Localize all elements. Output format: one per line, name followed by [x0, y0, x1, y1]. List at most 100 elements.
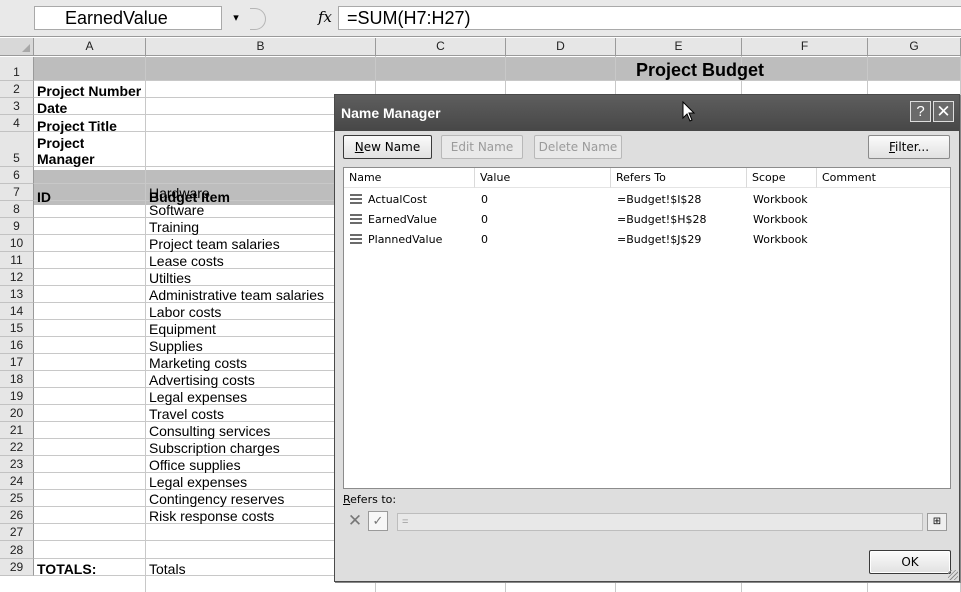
close-button[interactable]: ✕	[933, 101, 954, 122]
row-header-15[interactable]: 15	[0, 320, 34, 337]
edit-name-button[interactable]: Edit Name	[441, 135, 523, 159]
budget-item-cell[interactable]: Lease costs	[146, 253, 224, 269]
select-all-corner[interactable]	[0, 38, 34, 56]
dialog-title: Name Manager	[341, 105, 441, 121]
ok-button[interactable]: OK	[869, 550, 951, 574]
row-header-19[interactable]: 19	[0, 388, 34, 405]
budget-item-cell[interactable]: Labor costs	[146, 304, 221, 320]
row-header-20[interactable]: 20	[0, 405, 34, 422]
budget-item-cell[interactable]: Hardware	[146, 185, 210, 201]
column-header-f[interactable]: F	[742, 38, 868, 56]
budget-item-cell[interactable]: Supplies	[146, 338, 203, 354]
row-header-12[interactable]: 12	[0, 269, 34, 286]
budget-item-cell[interactable]: Consulting services	[146, 423, 270, 439]
column-header-c[interactable]: C	[376, 38, 506, 56]
budget-item-cell[interactable]: Risk response costs	[146, 508, 274, 524]
row-header-24[interactable]: 24	[0, 473, 34, 490]
row-header-5[interactable]: 5	[0, 132, 34, 167]
row-header-8[interactable]: 8	[0, 201, 34, 218]
budget-item-cell[interactable]: Software	[146, 202, 204, 218]
budget-item-cell[interactable]: Marketing costs	[146, 355, 247, 371]
help-button[interactable]: ?	[910, 101, 931, 122]
name-list-row[interactable]: PlannedValue 0 =Budget!$J$29 Workbook	[344, 230, 950, 250]
cell-a5-line1[interactable]: Project	[34, 135, 84, 151]
row-header-23[interactable]: 23	[0, 456, 34, 473]
column-header-comment[interactable]: Comment	[817, 168, 950, 188]
row-header-14[interactable]: 14	[0, 303, 34, 320]
name-list-row[interactable]: EarnedValue 0 =Budget!$H$28 Workbook	[344, 210, 950, 230]
name-scope-cell: Workbook	[753, 193, 808, 206]
cell-a6[interactable]: ID	[34, 189, 51, 205]
row-header-6[interactable]: 6	[0, 167, 34, 184]
row-header-13[interactable]: 13	[0, 286, 34, 303]
row-header-17[interactable]: 17	[0, 354, 34, 371]
column-header-b[interactable]: B	[146, 38, 376, 56]
budget-item-cell[interactable]: Training	[146, 219, 199, 235]
sheet-title-cell[interactable]: Project Budget	[636, 60, 764, 81]
cell-a28[interactable]: TOTALS:	[34, 561, 96, 577]
budget-item-cell[interactable]: Legal expenses	[146, 474, 247, 490]
budget-item-cell[interactable]: Travel costs	[146, 406, 224, 422]
row-header-22[interactable]: 22	[0, 439, 34, 456]
cell-a5-line2[interactable]: Manager	[34, 151, 95, 167]
row-header-28[interactable]: 28	[0, 541, 34, 559]
refers-to-label: Refers to:	[343, 493, 397, 506]
cell-b28[interactable]: Totals	[146, 561, 186, 577]
column-header-refers-to[interactable]: Refers To	[611, 168, 747, 188]
name-list-row[interactable]: ActualCost 0 =Budget!$I$28 Workbook	[344, 190, 950, 210]
budget-item-cell[interactable]: Equipment	[146, 321, 216, 337]
column-header-scope[interactable]: Scope	[747, 168, 817, 188]
refers-to-input[interactable]: =	[397, 513, 923, 531]
row-header-4[interactable]: 4	[0, 115, 34, 132]
row-header-3[interactable]: 3	[0, 98, 34, 115]
cell-a4[interactable]: Project Title	[34, 118, 117, 134]
budget-item-cell[interactable]: Project team salaries	[146, 236, 280, 252]
budget-item-cell[interactable]: Administrative team salaries	[146, 287, 324, 303]
row-header-1[interactable]: 1	[0, 57, 34, 81]
title-row-band	[34, 57, 961, 81]
budget-item-cell[interactable]: Office supplies	[146, 457, 241, 473]
name-name-cell: ActualCost	[368, 193, 427, 206]
delete-name-button[interactable]: Delete Name	[534, 135, 622, 159]
column-header-g[interactable]: G	[868, 38, 961, 56]
cancel-edit-icon[interactable]: ✕	[345, 511, 365, 531]
row-header-9[interactable]: 9	[0, 218, 34, 235]
resize-grip-icon[interactable]	[948, 570, 958, 580]
column-header-value[interactable]: Value	[475, 168, 611, 188]
defined-name-icon	[350, 194, 362, 205]
row-header-21[interactable]: 21	[0, 422, 34, 439]
formula-input[interactable]: =SUM(H7:H27)	[338, 6, 961, 30]
row-header-11[interactable]: 11	[0, 252, 34, 269]
dialog-title-bar[interactable]: Name Manager ? ✕	[335, 95, 959, 131]
budget-item-cell[interactable]: Legal expenses	[146, 389, 247, 405]
confirm-edit-icon[interactable]: ✓	[368, 511, 388, 531]
column-header-a[interactable]: A	[34, 38, 146, 56]
column-header-d[interactable]: D	[506, 38, 616, 56]
budget-item-cell[interactable]: Advertising costs	[146, 372, 255, 388]
row-header-27[interactable]: 27	[0, 524, 34, 541]
row-header-18[interactable]: 18	[0, 371, 34, 388]
budget-item-cell[interactable]: Utilties	[146, 270, 191, 286]
name-name-cell: PlannedValue	[368, 233, 443, 246]
row-header-7[interactable]: 7	[0, 184, 34, 201]
row-header-26[interactable]: 26	[0, 507, 34, 524]
name-box[interactable]: EarnedValue	[34, 6, 222, 30]
row-header-2[interactable]: 2	[0, 81, 34, 98]
column-header-name[interactable]: Name	[344, 168, 475, 188]
name-box-dropdown-icon[interactable]: ▾	[226, 6, 246, 30]
column-header-e[interactable]: E	[616, 38, 742, 56]
cell-a2[interactable]: Project Number	[34, 83, 141, 99]
row-header-10[interactable]: 10	[0, 235, 34, 252]
row-header-29[interactable]: 29	[0, 559, 34, 576]
row-header-16[interactable]: 16	[0, 337, 34, 354]
collapse-dialog-icon[interactable]: ⊞	[927, 513, 947, 531]
budget-item-cell[interactable]: Subscription charges	[146, 440, 280, 456]
filter-button[interactable]: Filter...	[868, 135, 950, 159]
names-list[interactable]: Name Value Refers To Scope Comment Actua…	[343, 167, 951, 489]
budget-item-cell[interactable]: Contingency reserves	[146, 491, 284, 507]
new-name-button[interactable]: New Name	[343, 135, 432, 159]
insert-function-icon[interactable]: fx	[318, 8, 332, 26]
row-header-25[interactable]: 25	[0, 490, 34, 507]
name-value-cell: 0	[481, 213, 488, 226]
cell-a3[interactable]: Date	[34, 100, 67, 116]
